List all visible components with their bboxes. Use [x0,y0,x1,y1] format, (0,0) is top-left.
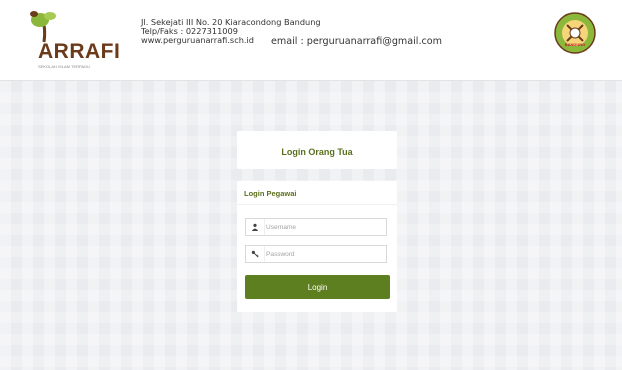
user-icon [246,219,265,235]
bandung-seal: BANDUNG [553,11,597,55]
user-icon-svg [251,223,259,231]
login-orang-tua-link[interactable]: Login Orang Tua [237,147,397,157]
school-logo: ARRAFI SEKOLAH ISLAM TERPADU [28,10,121,69]
divider [237,204,397,205]
login-pegawai-card: Login Pegawai Login [237,181,397,312]
password-field[interactable] [245,245,387,263]
header: ARRAFI SEKOLAH ISLAM TERPADU Jl. Sekejat… [0,0,622,81]
username-field[interactable] [245,218,387,236]
key-icon-svg [251,250,259,258]
login-pegawai-title: Login Pegawai [244,189,297,198]
username-input[interactable] [266,219,384,235]
email-text: email : perguruanarrafi@gmail.com [271,36,443,47]
login-button[interactable]: Login [245,275,390,299]
seal-text: BANDUNG [564,42,586,47]
logo-text: ARRAFI [38,40,121,63]
seal-icon [554,12,596,54]
login-orang-tua-card[interactable]: Login Orang Tua [237,131,397,169]
password-input[interactable] [266,246,384,262]
key-icon [246,246,265,262]
logo-tagline: SEKOLAH ISLAM TERPADU [38,64,90,69]
